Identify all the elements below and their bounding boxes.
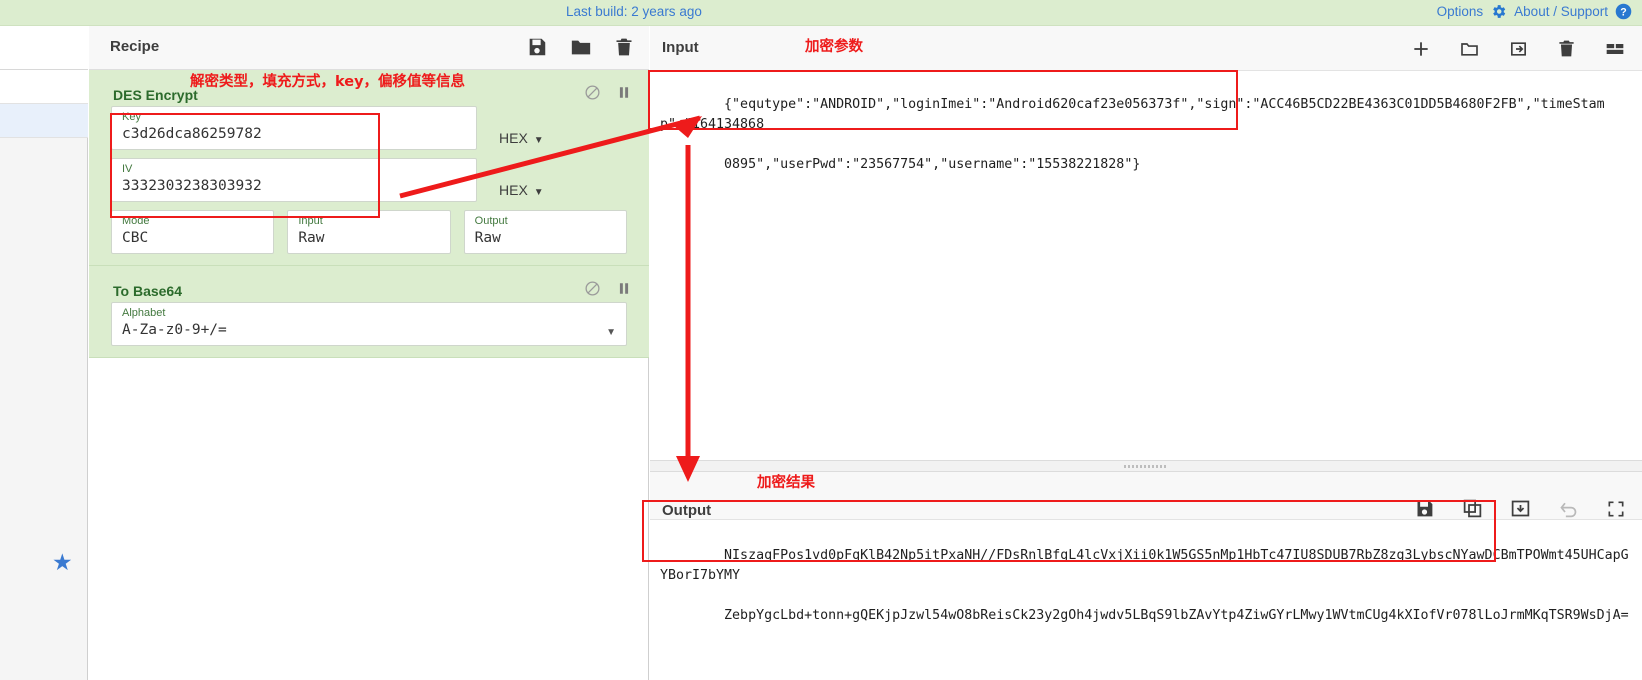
replace-input-icon[interactable] — [1510, 498, 1531, 522]
input-header: Input start: 175 end: 175 length: 0 leng… — [650, 26, 1642, 71]
recipe-operation-des-encrypt[interactable]: DES Encrypt Key c3d26dca86259782 HEX ▼ I… — [89, 70, 649, 266]
output-textarea[interactable]: NIszaqFPos1vd0pFqKlB42Np5itPxaNH//FDsRnl… — [650, 520, 1642, 680]
key-format-value: HEX — [499, 130, 528, 146]
operations-search-input[interactable] — [0, 26, 88, 70]
input-toolbar — [1411, 38, 1626, 62]
recipe-operation-to-base64[interactable]: To Base64 Alphabet A-Za-z0-9+/= ▼ — [89, 266, 649, 358]
operation-title: To Base64 — [113, 283, 182, 299]
input-title: Input — [662, 39, 699, 56]
iv-value: 3332303238303932 — [122, 178, 262, 194]
save-icon[interactable] — [1414, 498, 1435, 522]
folder-open-icon[interactable] — [1459, 39, 1480, 62]
alphabet-select[interactable]: Alphabet A-Za-z0-9+/= ▼ — [111, 302, 627, 346]
question-mark-icon[interactable]: ? — [1615, 3, 1632, 20]
input-value-line-1: {"equtype":"ANDROID","loginImei":"Androi… — [660, 97, 1605, 132]
copy-icon[interactable] — [1462, 498, 1483, 522]
disable-icon[interactable] — [584, 280, 601, 300]
splitter-grip[interactable] — [1124, 465, 1168, 468]
output-format-value: Raw — [474, 230, 501, 246]
key-field[interactable]: Key c3d26dca86259782 — [111, 106, 477, 150]
iv-field[interactable]: IV 3332303238303932 — [111, 158, 477, 202]
ingredient-row-key: Key c3d26dca86259782 HEX ▼ — [111, 106, 627, 150]
operation-controls — [584, 280, 631, 300]
input-panel: Input start: 175 end: 175 length: 0 leng… — [650, 26, 1642, 460]
undo-icon[interactable] — [1558, 498, 1579, 522]
iv-label: IV — [122, 163, 133, 175]
output-title: Output — [662, 502, 712, 519]
options-link[interactable]: Options — [1437, 4, 1484, 19]
iv-format-select[interactable]: HEX ▼ — [477, 158, 627, 202]
io-splitter[interactable] — [650, 460, 1642, 472]
operation-controls — [584, 84, 631, 104]
output-value-line-1: NIszaqFPos1vd0pFqKlB42Np5itPxaNH//FDsRnl… — [660, 548, 1629, 583]
top-banner: Last build: 2 years ago Options About / … — [0, 0, 1642, 26]
input-format-select[interactable]: Input Raw — [287, 210, 451, 254]
key-format-select[interactable]: HEX ▼ — [477, 106, 627, 150]
chevron-down-icon: ▼ — [606, 327, 616, 338]
input-format-label: Input — [298, 215, 323, 227]
operations-sidebar: ★ — [0, 26, 88, 680]
maximise-icon[interactable] — [1606, 499, 1626, 522]
output-format-select[interactable]: Output Raw — [463, 210, 627, 254]
operation-header: DES Encrypt — [101, 84, 637, 106]
output-value-line-2: ZebpYgcLbd+tonn+gQEKjpJzwl54wO8bReisCk23… — [724, 608, 1629, 623]
about-support-link[interactable]: About / Support — [1514, 4, 1608, 19]
operations-category-selected[interactable] — [0, 104, 88, 138]
mode-value: CBC — [122, 230, 149, 246]
recipe-title: Recipe — [110, 38, 160, 55]
favourites-star-icon[interactable]: ★ — [52, 549, 73, 576]
pause-breakpoint-icon[interactable] — [617, 84, 631, 104]
chevron-down-icon: ▼ — [533, 187, 544, 198]
last-build-link[interactable]: Last build: 2 years ago — [566, 4, 702, 19]
trash-icon[interactable] — [1557, 38, 1576, 62]
mode-select[interactable]: Mode CBC — [111, 210, 275, 254]
save-icon[interactable] — [526, 36, 548, 61]
operation-title: DES Encrypt — [113, 87, 198, 103]
open-folder-as-input-icon[interactable] — [1508, 39, 1529, 62]
alphabet-value: A-Za-z0-9+/= — [122, 322, 227, 338]
disable-icon[interactable] — [584, 84, 601, 104]
plus-icon[interactable] — [1411, 39, 1431, 62]
key-value: c3d26dca86259782 — [122, 126, 262, 142]
operation-header: To Base64 — [101, 280, 637, 302]
chevron-down-icon: ▼ — [533, 135, 544, 146]
recipe-title-bar: Recipe — [89, 26, 649, 70]
pause-breakpoint-icon[interactable] — [617, 280, 631, 300]
input-value-line-2: 0895","userPwd":"23567754","username":"1… — [724, 157, 1141, 172]
operation-ingredients: Key c3d26dca86259782 HEX ▼ IV 3332303238… — [101, 106, 637, 254]
key-label: Key — [122, 111, 141, 123]
io-panel: Input start: 175 end: 175 length: 0 leng… — [650, 26, 1642, 680]
trash-icon[interactable] — [614, 36, 634, 61]
output-format-label: Output — [474, 215, 508, 227]
ingredient-row-modes: Mode CBC Input Raw Output Raw — [111, 210, 627, 254]
output-panel: Output time: 2ms length: 236 lines: 1 — [650, 472, 1642, 680]
output-toolbar — [1414, 498, 1626, 522]
tabs-icon[interactable] — [1604, 39, 1626, 62]
recipe-panel: Recipe DES Encrypt Key c3d26dca86259782 … — [89, 26, 649, 680]
ingredient-row-iv: IV 3332303238303932 HEX ▼ — [111, 158, 627, 202]
input-textarea[interactable]: {"equtype":"ANDROID","loginImei":"Androi… — [650, 71, 1642, 460]
input-format-value: Raw — [298, 230, 325, 246]
output-header: Output time: 2ms length: 236 lines: 1 — [650, 472, 1642, 520]
svg-text:?: ? — [1620, 6, 1626, 18]
banner-right-links: Options About / Support ? — [1437, 3, 1632, 20]
recipe-toolbar — [526, 36, 634, 61]
recipe-operation-list: DES Encrypt Key c3d26dca86259782 HEX ▼ I… — [89, 70, 649, 680]
operations-category-favourites[interactable] — [0, 70, 88, 104]
mode-label: Mode — [122, 215, 150, 227]
iv-format-value: HEX — [499, 182, 528, 198]
alphabet-label: Alphabet — [122, 307, 166, 319]
gear-icon[interactable] — [1490, 3, 1507, 20]
folder-icon[interactable] — [570, 36, 592, 61]
operation-ingredients: Alphabet A-Za-z0-9+/= ▼ — [101, 302, 637, 346]
